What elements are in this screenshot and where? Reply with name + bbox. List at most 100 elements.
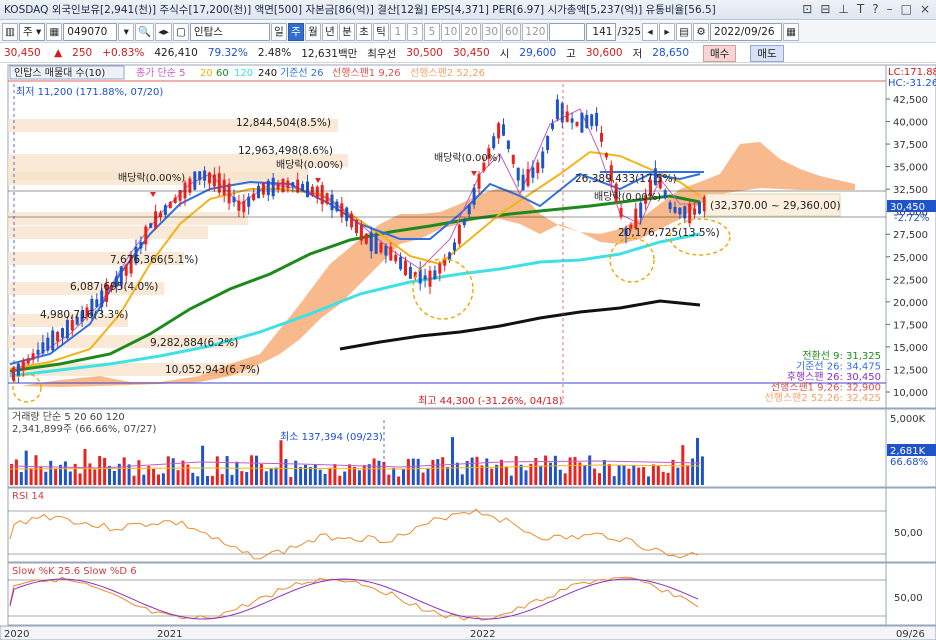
candle-body	[46, 337, 50, 351]
candle-body	[369, 232, 373, 252]
prev-next-icon[interactable]: ◂▸	[155, 22, 172, 41]
save-icon[interactable]: ▤	[676, 22, 693, 41]
period-month[interactable]: 월	[304, 22, 321, 41]
interval-120[interactable]: 120	[522, 22, 549, 41]
price-value: 30,450	[4, 47, 41, 59]
legend-span2: 선행스팬2 52,26	[410, 67, 485, 79]
period-tick[interactable]: 틱	[372, 22, 389, 41]
layout-icon[interactable]: ▥	[2, 22, 18, 41]
interval-1[interactable]: 1	[389, 22, 406, 41]
settings-icon[interactable]: ⚙	[693, 22, 710, 41]
interval-20[interactable]: 20	[461, 22, 481, 41]
volume-bar	[284, 459, 288, 485]
info-icon[interactable]: ▢	[172, 22, 189, 41]
period-minute[interactable]: 분	[338, 22, 355, 41]
candle-body	[453, 242, 456, 251]
candle-body	[634, 208, 638, 229]
code-input[interactable]: 049070	[63, 22, 118, 41]
y-tick-label: 35,000	[893, 163, 928, 174]
low-price: 28,650	[652, 47, 690, 59]
text-icon[interactable]: T	[857, 2, 864, 16]
current-price: 30,450 ▲	[4, 47, 63, 59]
candle-body	[36, 349, 40, 355]
volume-bar	[367, 464, 371, 485]
pin-icon[interactable]: ⊥	[838, 2, 848, 16]
volume-bar	[142, 474, 146, 485]
volume-bar	[465, 461, 469, 485]
interval-3[interactable]: 3	[406, 22, 423, 41]
volume-profile-bar	[8, 212, 248, 225]
dividend-label: 배당락(0.00%)	[118, 172, 185, 184]
volume-profile-label: 9,282,884(6.2%)	[150, 337, 238, 349]
interval-5[interactable]: 5	[423, 22, 440, 41]
candle-body	[575, 121, 579, 126]
x-label-2022: 2022	[470, 629, 495, 640]
candle-body	[203, 170, 207, 181]
volume-current-pct: 66.68%	[890, 457, 928, 468]
sell-button[interactable]: 매도	[750, 44, 784, 62]
high-annotation: 최고 44,300 (-31.26%, 04/18)	[418, 395, 563, 407]
search-icon[interactable]: 🔍	[135, 22, 155, 41]
volume-bar	[274, 467, 278, 485]
price-change-pct: +0.83%	[102, 47, 145, 59]
buy-button[interactable]: 매수	[703, 44, 737, 62]
dropdown-icon[interactable]: ▾	[118, 22, 135, 41]
candle-body	[698, 201, 701, 214]
stock-name-field[interactable]: 인탑스	[189, 22, 270, 41]
grid-icon[interactable]: ▦	[46, 22, 63, 41]
interval-10[interactable]: 10	[440, 22, 461, 41]
candle-body	[359, 224, 363, 241]
close-icon[interactable]: ×	[920, 2, 930, 16]
candle-body	[604, 153, 608, 158]
low-label: 저	[632, 47, 643, 60]
mode-select[interactable]: 주 ▾	[19, 22, 46, 41]
candle-body	[433, 270, 437, 280]
y-tick-label: 12,500	[893, 365, 928, 376]
minimize-icon[interactable]: –	[887, 2, 893, 16]
stock-summary: KOSDAQ 외국인보유[2,941(천)] 주식수[17,200(천)] 액면…	[4, 4, 716, 16]
candle-body	[247, 196, 251, 207]
candle-body	[438, 263, 442, 274]
candle-body	[257, 185, 260, 199]
dividend-label: 배당락(0.00%)	[276, 159, 343, 171]
candle-body	[168, 202, 172, 209]
volume-bar	[147, 466, 151, 485]
help-icon[interactable]: ?	[872, 2, 878, 16]
count-input[interactable]: 141	[586, 22, 617, 41]
maximize-icon[interactable]: □	[901, 2, 912, 16]
legend-span1: 선행스팬1 9,26	[332, 67, 401, 79]
volume-bar	[93, 469, 97, 485]
interval-60[interactable]: 60	[502, 22, 522, 41]
volume-bar	[632, 464, 636, 485]
restore-icon[interactable]: ⊡	[802, 2, 812, 16]
volume-bar	[181, 460, 185, 485]
volume-bar	[509, 475, 513, 485]
period-year[interactable]: 년	[321, 22, 338, 41]
y-tick-label: 25,000	[893, 253, 928, 264]
interval-30[interactable]: 30	[481, 22, 502, 41]
candle-body	[188, 178, 192, 193]
link-icon[interactable]: ⊟	[820, 2, 830, 16]
period-second[interactable]: 초	[355, 22, 372, 41]
volume-bar	[602, 460, 606, 485]
date-input[interactable]: 2022/09/26	[710, 22, 783, 41]
candle-body	[242, 201, 246, 213]
candle-body	[12, 367, 15, 381]
x-label-end: 09/26	[896, 629, 925, 640]
scroll-left-icon[interactable]: ◂	[642, 22, 659, 41]
volume-bar	[279, 440, 283, 485]
candle-body	[26, 358, 30, 364]
interval-input[interactable]	[549, 22, 586, 41]
candle-body	[492, 136, 496, 149]
volume-bar	[206, 475, 209, 485]
scroll-right-icon[interactable]: ▸	[659, 22, 676, 41]
trade-amount: 12,631백만	[301, 47, 358, 60]
candle-body	[340, 203, 344, 218]
period-week[interactable]: 주	[287, 22, 304, 41]
period-day[interactable]: 일	[270, 22, 287, 41]
stock-chart[interactable]: 42,50040,00037,50035,00032,50030,00027,5…	[0, 64, 936, 640]
high-price: 30,600	[585, 47, 623, 59]
volume-bar	[259, 464, 263, 485]
calendar-icon[interactable]: ▦	[783, 22, 800, 41]
candle-body	[198, 171, 202, 181]
